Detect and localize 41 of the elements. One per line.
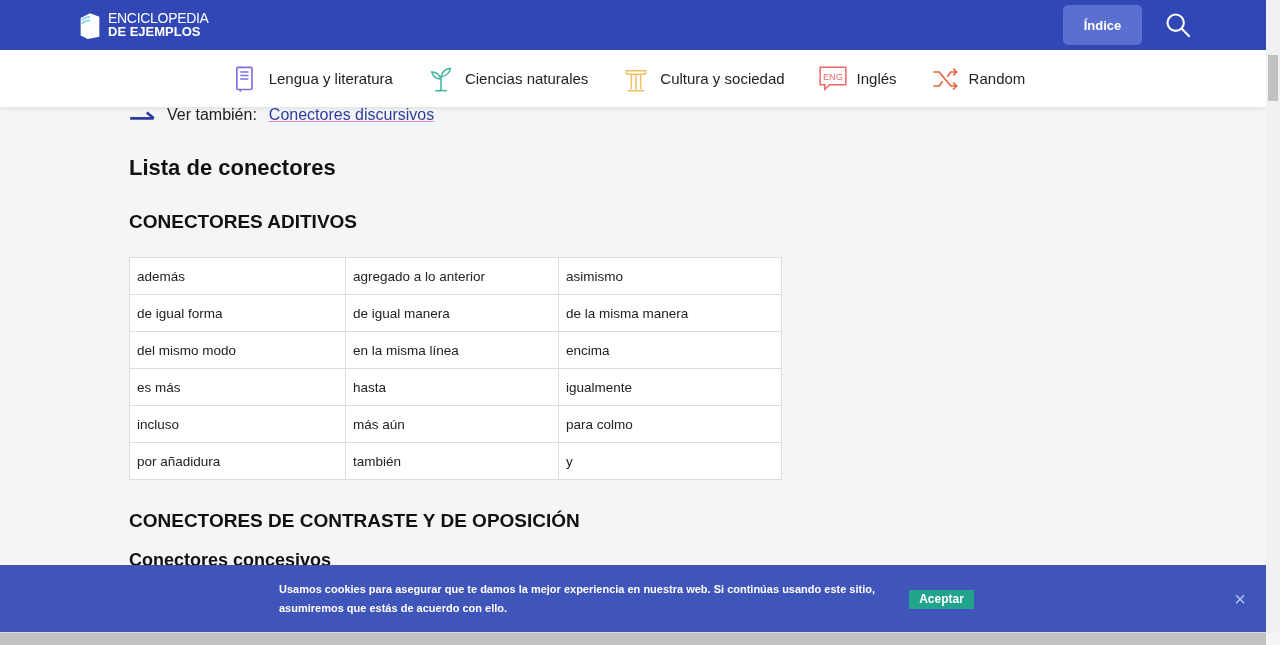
table-cell: incluso: [129, 405, 346, 443]
nav-link[interactable]: ENG Inglés: [818, 64, 897, 93]
table-cell: igualmente: [558, 368, 782, 406]
table-cell: para colmo: [558, 405, 782, 443]
close-button[interactable]: ×: [1228, 586, 1252, 612]
table-cell: además: [129, 257, 346, 295]
index-button[interactable]: Índice: [1063, 5, 1142, 45]
scrollbar-thumb[interactable]: [1268, 55, 1278, 101]
table-cell: asimismo: [558, 257, 782, 295]
subsection-heading: Conectores concesivos: [129, 550, 333, 571]
section-heading: CONECTORES DE CONTRASTE Y DE OPOSICIÓN: [129, 510, 581, 532]
see-also-link[interactable]: Conectores discursivos: [268, 106, 435, 124]
horizontal-scrollbar[interactable]: [0, 632, 1266, 645]
logo-text: DE EJEMPLOS: [108, 25, 202, 39]
icon-label: ENG: [822, 71, 843, 82]
nav-link[interactable]: Cultura y sociedad: [622, 64, 785, 93]
search-button[interactable]: [1164, 11, 1192, 39]
table-cell: del mismo modo: [129, 331, 346, 369]
logo-text: ENCICLOPEDIA: [108, 11, 209, 25]
nav-link[interactable]: Lengua y literatura: [230, 64, 393, 93]
section-heading: CONECTORES ADITIVOS: [129, 211, 359, 233]
table-cell: de igual manera: [345, 294, 559, 332]
table-cell: de la misma manera: [558, 294, 782, 332]
table-cell: en la misma línea: [345, 331, 559, 369]
table-cell: hasta: [345, 368, 559, 406]
table-cell: por añadidura: [129, 442, 346, 480]
nav-link[interactable]: Ciencias naturales: [426, 64, 589, 93]
table-cell: también: [345, 442, 559, 480]
cookie-message: Usamos cookies para asegurar que te damos la mejor experiencia en nuestra web. Si continúas usando este sitio, asumiremos que estás de acuerdo con ello.: [279, 582, 877, 616]
table-cell: y: [558, 442, 782, 480]
see-also-label: Ver también:: [167, 106, 257, 124]
table-cell: de igual forma: [129, 294, 346, 332]
table-cell: más aún: [345, 405, 559, 443]
nav-link[interactable]: Random: [930, 64, 1026, 93]
search-icon: [1164, 11, 1192, 39]
arrow-icon: [129, 110, 155, 120]
section-title: Lista de conectores: [129, 155, 337, 181]
table-cell: agregado a lo anterior: [345, 257, 559, 295]
vertical-scrollbar[interactable]: [1266, 0, 1280, 633]
table-cell: es más: [129, 368, 346, 406]
table-cell: encima: [558, 331, 782, 369]
